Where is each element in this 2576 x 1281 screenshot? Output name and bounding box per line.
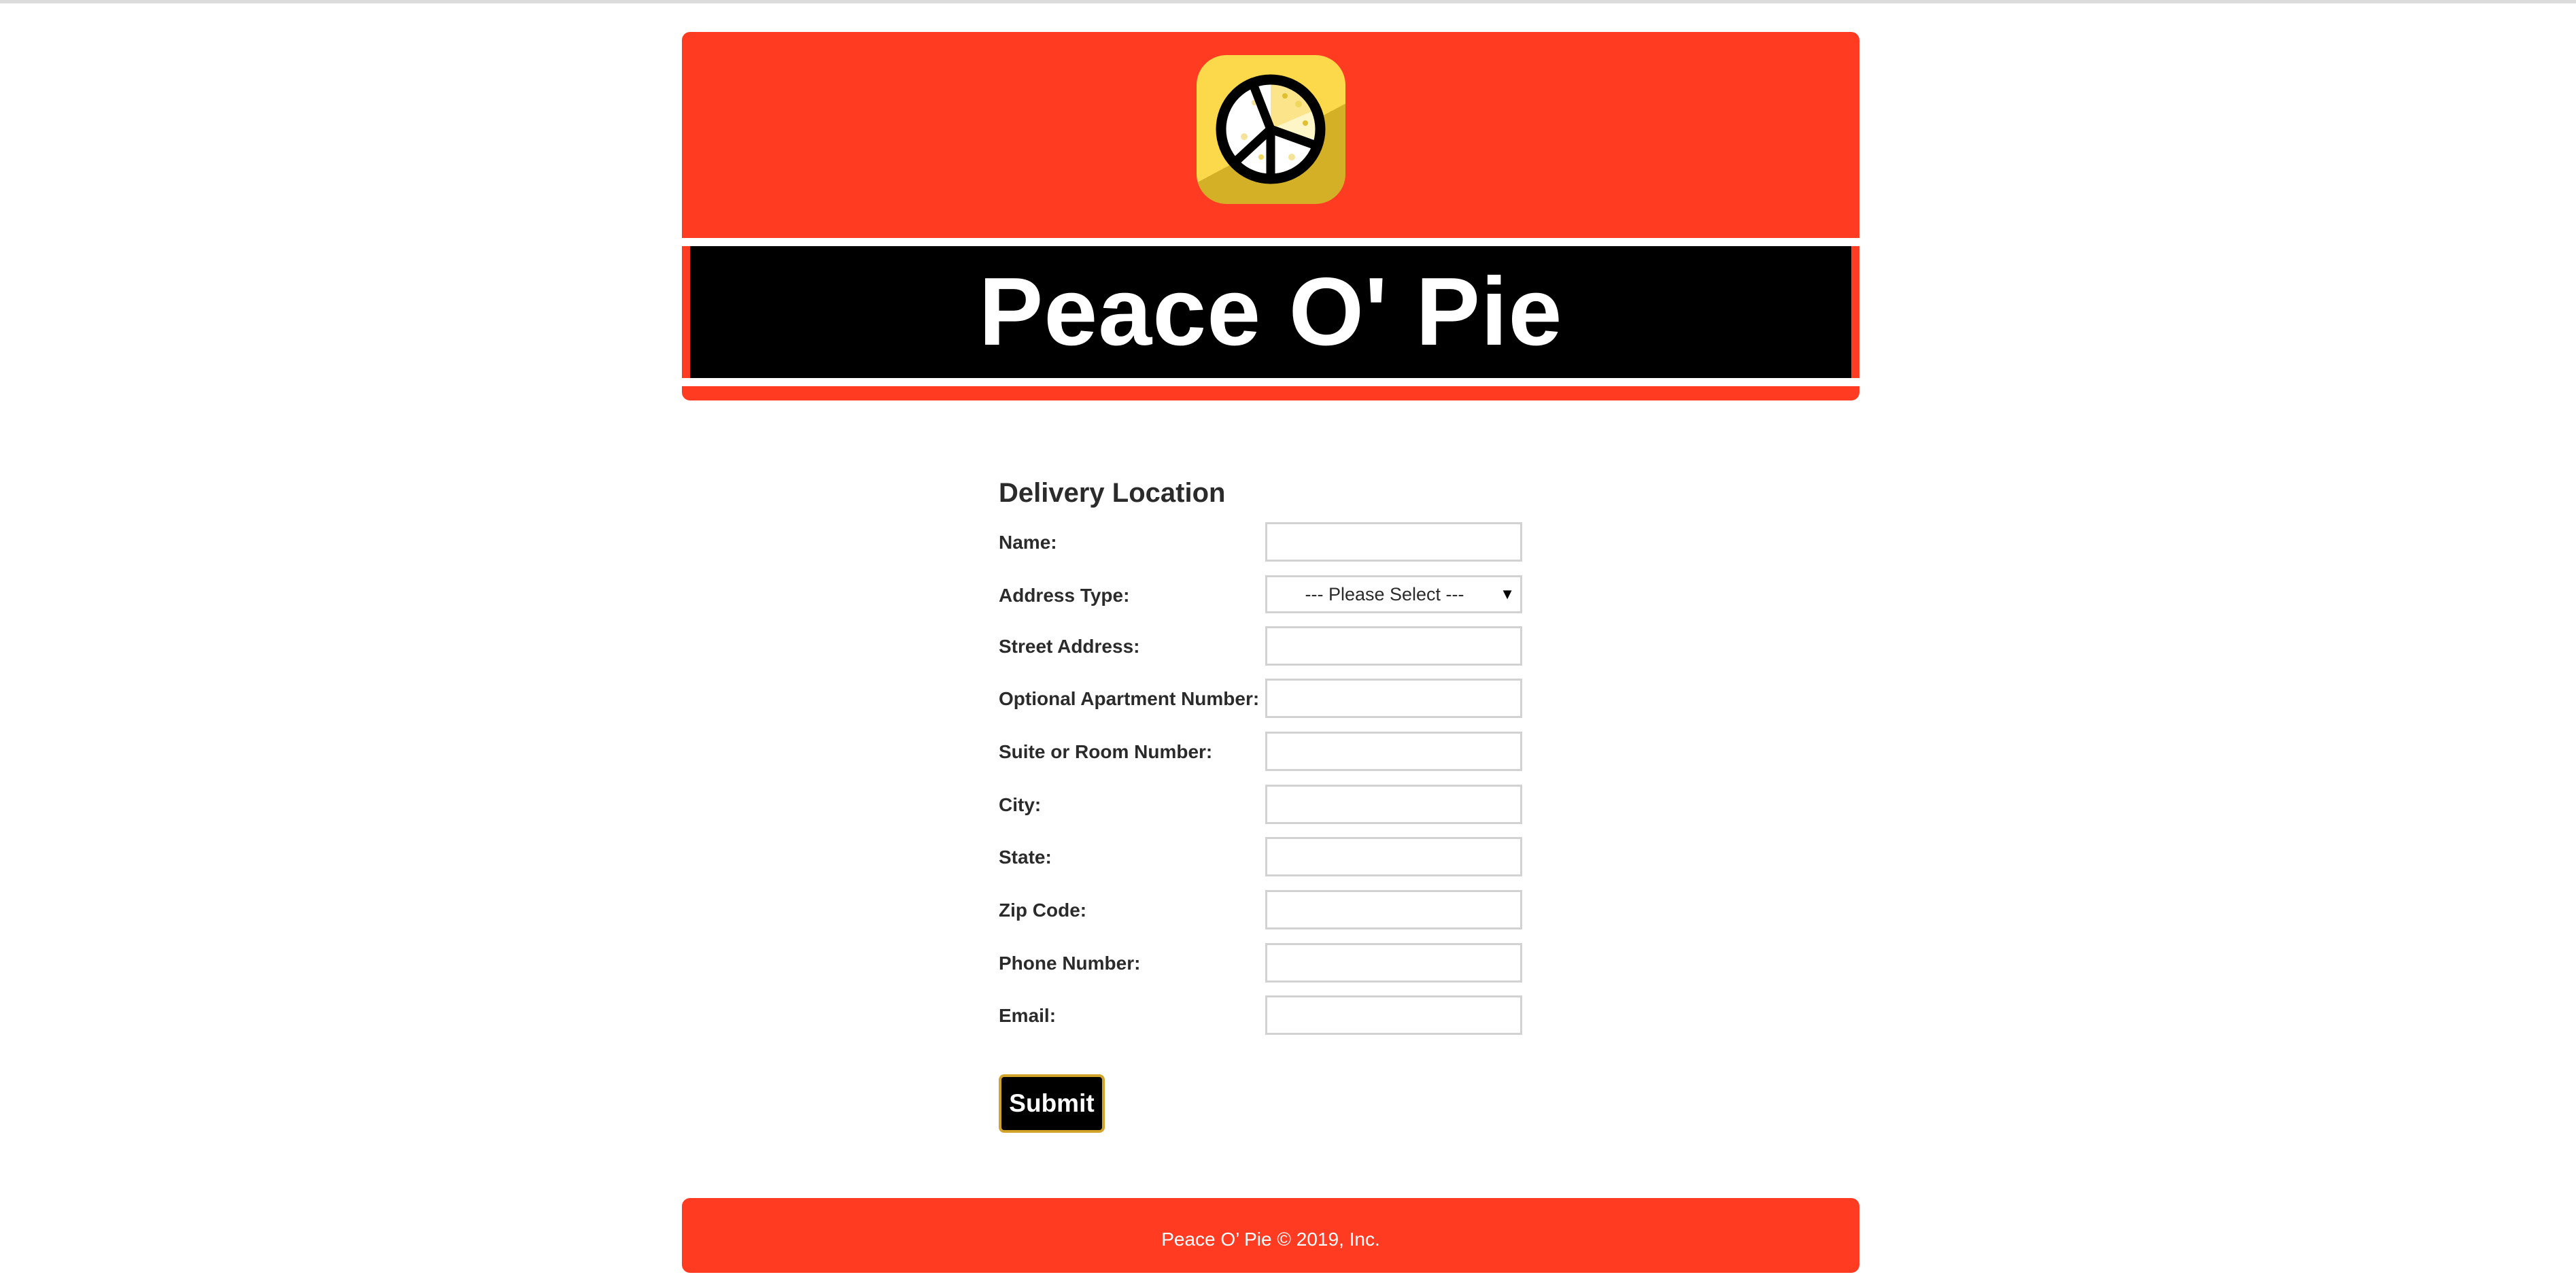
address-type-row: Address Type: --- Please Select --- ▼ — [999, 575, 1543, 616]
apartment-number-label: Optional Apartment Number: — [999, 688, 1260, 709]
footer-copyright: Peace O’ Pie © 2019, Inc. — [1161, 1229, 1380, 1250]
zip-code-label: Zip Code: — [999, 900, 1087, 921]
logo-graphic — [1216, 74, 1326, 184]
phone-number-row: Phone Number: — [999, 943, 1543, 984]
site-footer: Peace O’ Pie © 2019, Inc. — [682, 1198, 1859, 1273]
street-address-input[interactable] — [1265, 626, 1522, 666]
email-label: Email: — [999, 1005, 1057, 1026]
title-band: Peace O' Pie — [690, 246, 1851, 378]
name-input[interactable] — [1265, 522, 1522, 562]
peace-pizza-logo-icon[interactable] — [1197, 55, 1345, 204]
phone-number-input[interactable] — [1265, 943, 1522, 983]
suite-room-label: Suite or Room Number: — [999, 741, 1213, 762]
address-type-select[interactable]: --- Please Select --- ▼ — [1265, 575, 1522, 613]
street-address-row: Street Address: — [999, 626, 1543, 667]
delivery-form: Delivery Location Name: Address Type: --… — [999, 474, 1543, 1035]
phone-number-label: Phone Number: — [999, 953, 1141, 974]
address-type-selected: --- Please Select --- — [1305, 584, 1464, 604]
suite-room-input[interactable] — [1265, 732, 1522, 771]
zip-code-row: Zip Code: — [999, 890, 1543, 931]
suite-room-row: Suite or Room Number: — [999, 732, 1543, 772]
city-row: City: — [999, 785, 1543, 825]
form-heading: Delivery Location — [999, 478, 1226, 508]
header-divider-top — [682, 238, 1859, 246]
header-divider-bottom — [682, 378, 1859, 386]
site-header: Peace O' Pie — [682, 32, 1859, 400]
city-input[interactable] — [1265, 785, 1522, 824]
submit-button[interactable]: Submit — [999, 1074, 1105, 1133]
name-row: Name: — [999, 522, 1543, 563]
zip-code-input[interactable] — [1265, 890, 1522, 929]
address-type-label: Address Type: — [999, 585, 1130, 606]
state-label: State: — [999, 847, 1052, 868]
apartment-number-row: Optional Apartment Number: — [999, 679, 1543, 719]
email-row: Email: — [999, 995, 1543, 1036]
name-label: Name: — [999, 532, 1057, 553]
chevron-down-icon: ▼ — [1500, 585, 1515, 602]
site-title: Peace O' Pie — [978, 258, 1563, 366]
city-label: City: — [999, 794, 1042, 815]
street-address-label: Street Address: — [999, 636, 1140, 657]
state-row: State: — [999, 837, 1543, 878]
browser-top-border — [0, 0, 2576, 3]
email-input[interactable] — [1265, 995, 1522, 1035]
state-input[interactable] — [1265, 837, 1522, 876]
apartment-number-input[interactable] — [1265, 679, 1522, 718]
